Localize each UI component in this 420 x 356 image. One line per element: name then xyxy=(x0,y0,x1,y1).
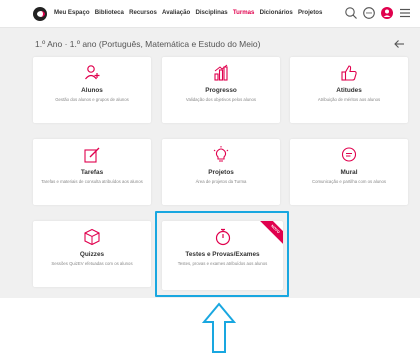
arrow-up-icon xyxy=(202,302,236,353)
card-description: Gestão dos alunos e grupos de alunos xyxy=(55,97,129,102)
top-navigation-bar: Meu Espaço Biblioteca Recursos Avaliação… xyxy=(0,0,420,28)
page-title: 1.º Ano · 1.º ano (Português, Matemática… xyxy=(35,39,261,49)
avatar-icon[interactable] xyxy=(380,6,394,20)
card-title: Tarefas xyxy=(80,169,104,176)
card-title: Progresso xyxy=(205,87,237,94)
bar-chart-icon xyxy=(212,64,230,82)
card-atitudes[interactable]: Atitudes Atribuição de méritos aos aluno… xyxy=(290,57,408,123)
thumbs-up-icon xyxy=(340,64,358,82)
message-icon xyxy=(340,146,358,164)
card-description: Tarefas e materiais de consulta atribuíd… xyxy=(41,179,143,184)
nav-item-projetos[interactable]: Projetos xyxy=(298,9,322,16)
card-mural[interactable]: Mural Comunicação e partilha com os alun… xyxy=(290,139,408,205)
highlight-frame xyxy=(155,211,289,297)
card-title: Atitudes xyxy=(336,87,362,94)
card-description: Atribuição de méritos aos alunos xyxy=(317,97,381,102)
search-icon[interactable] xyxy=(344,6,358,20)
nav-item-recursos[interactable]: Recursos xyxy=(129,9,157,16)
card-title: Mural xyxy=(340,169,358,176)
nav-item-turmas[interactable]: Turmas xyxy=(233,9,255,16)
main-nav: Meu Espaço Biblioteca Recursos Avaliação… xyxy=(54,9,328,16)
card-title: Alunos xyxy=(81,87,103,94)
nav-item-disciplinas[interactable]: Disciplinas xyxy=(195,9,227,16)
edit-icon xyxy=(83,146,101,164)
card-tarefas[interactable]: Tarefas Tarefas e materiais de consulta … xyxy=(33,139,151,205)
arrow-left-icon[interactable] xyxy=(393,38,405,50)
card-quizzes[interactable]: Quizzes Sessões QuizEV efetuadas com os … xyxy=(33,221,151,287)
add-user-icon xyxy=(83,64,101,82)
card-progresso[interactable]: Progresso Validação dos objetivos pelos … xyxy=(162,57,280,123)
chat-icon[interactable] xyxy=(362,6,376,20)
card-description: Validação dos objetivos pelos alunos xyxy=(185,97,257,102)
card-description: Sessões QuizEV efetuadas com os alunos xyxy=(51,261,133,266)
card-title: Projetos xyxy=(208,169,234,176)
lightbulb-icon xyxy=(212,146,230,164)
nav-item-biblioteca[interactable]: Biblioteca xyxy=(95,9,124,16)
card-alunos[interactable]: Alunos Gestão dos alunos e grupos de alu… xyxy=(33,57,151,123)
top-icons xyxy=(344,6,412,20)
nav-item-dicionarios[interactable]: Dicionários xyxy=(260,9,293,16)
logo-icon[interactable] xyxy=(33,7,47,21)
menu-icon[interactable] xyxy=(398,6,412,20)
nav-item-meu-espaco[interactable]: Meu Espaço xyxy=(54,9,90,16)
card-projetos[interactable]: Projetos Área de projetos da Turma xyxy=(162,139,280,205)
card-description: Área de projetos da Turma xyxy=(195,179,247,184)
cube-icon xyxy=(83,228,101,246)
card-title: Quizzes xyxy=(79,251,105,258)
card-description: Comunicação e partilha com os alunos xyxy=(311,179,387,184)
nav-item-avaliacao[interactable]: Avaliação xyxy=(162,9,190,16)
